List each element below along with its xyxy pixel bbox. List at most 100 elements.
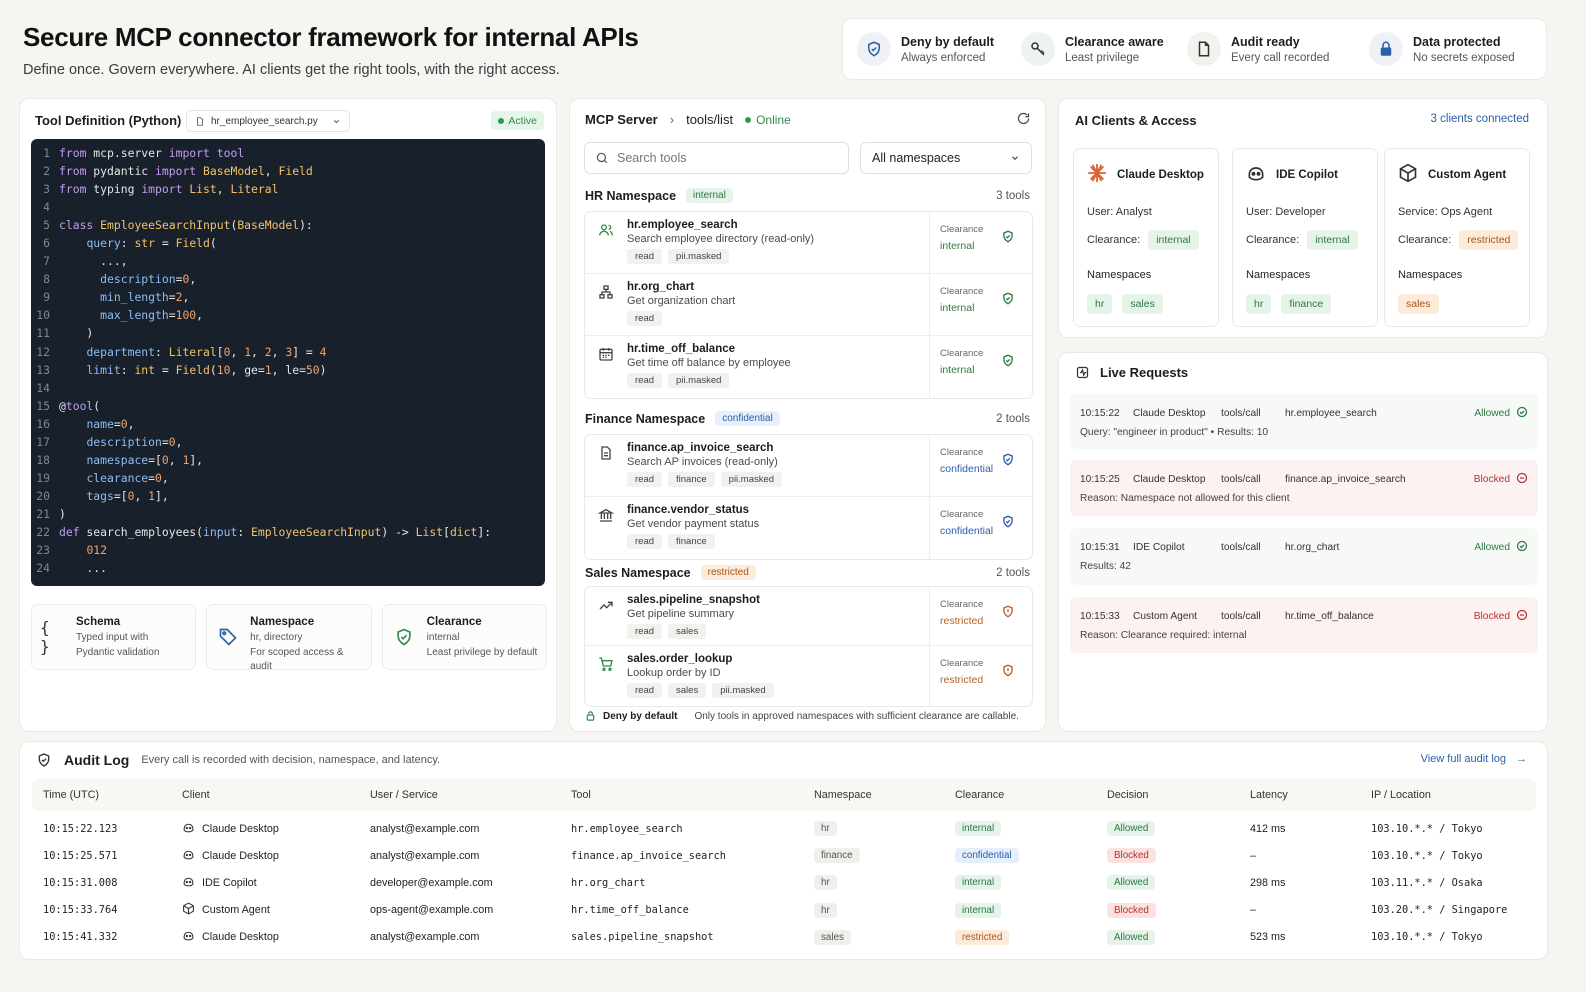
ai-clients-panel: AI Clients & Access 3 clients connected … bbox=[1058, 98, 1548, 338]
shield-icon bbox=[1001, 604, 1015, 624]
claude-icon bbox=[182, 821, 195, 837]
line-number: 5 bbox=[43, 218, 50, 233]
cell-client: Claude Desktop bbox=[171, 929, 359, 945]
tool-tags: read sales pii.masked bbox=[627, 683, 929, 698]
tag: sales bbox=[668, 683, 707, 698]
code-text: ) bbox=[59, 326, 94, 341]
invoice-icon bbox=[585, 435, 627, 496]
line-number: 3 bbox=[43, 182, 50, 197]
clearance-badge: internal bbox=[1307, 230, 1358, 250]
tool-row[interactable]: finance.vendor_status Get vendor payment … bbox=[585, 497, 1032, 559]
request-time: 10:15:33 bbox=[1080, 610, 1120, 622]
code-text: ) bbox=[59, 506, 66, 521]
table-row[interactable]: 10:15:41.332 Claude Desktop analyst@exampl… bbox=[32, 924, 1536, 951]
feature-clearance-aware: Clearance aware Least privilege bbox=[1021, 32, 1187, 66]
schema-card: { } Schema Typed input with Pydantic valid… bbox=[31, 604, 197, 670]
clients-connected-link[interactable]: 3 clients connected bbox=[1431, 113, 1529, 125]
live-request[interactable]: 10:15:31 IDE Copilot tools/call hr.org_char… bbox=[1070, 528, 1538, 585]
cell-client: IDE Copilot bbox=[171, 875, 359, 891]
tag: read bbox=[627, 683, 663, 698]
code-line: 6 query: str = Field( bbox=[31, 234, 545, 252]
cell-ip: 103.20.*.* / Singapore bbox=[1371, 904, 1508, 917]
card-title: Clearance bbox=[426, 616, 482, 628]
line-number: 24 bbox=[36, 561, 50, 576]
code-line: 24 ... bbox=[31, 559, 545, 577]
code-line: 2 from pydantic import BaseModel, Field bbox=[31, 162, 545, 180]
request-detail: Results: 42 bbox=[1080, 561, 1131, 572]
cell-tool: sales.pipeline_snapshot bbox=[571, 931, 714, 944]
page-header: Secure MCP connector framework for inter… bbox=[23, 22, 639, 78]
code-line: 13 limit: int = Field(10, ge=1, le=50) bbox=[31, 361, 545, 379]
search-input[interactable]: Search tools bbox=[584, 142, 849, 174]
request-client: Custom Agent bbox=[1133, 610, 1197, 622]
column-header: Namespace bbox=[814, 789, 872, 801]
code-line: 3 from typing import List, Literal bbox=[31, 180, 545, 198]
request-method: tools/call bbox=[1221, 541, 1261, 553]
tool-name: sales.pipeline_snapshot bbox=[627, 594, 760, 606]
panel-title: AI Clients & Access bbox=[1075, 113, 1197, 128]
client-card[interactable]: Custom Agent Service: Ops Agent Clearance:… bbox=[1384, 148, 1530, 327]
client-card[interactable]: Claude Desktop User: Analyst Clearance: int… bbox=[1073, 148, 1219, 327]
claude-icon bbox=[182, 929, 195, 945]
clearance-badge: internal bbox=[1148, 230, 1199, 250]
file-selector[interactable]: hr_employee_search.py bbox=[186, 110, 350, 132]
tool-description: Get organization chart bbox=[627, 295, 736, 307]
tool-row[interactable]: sales.order_lookup Lookup order by ID read… bbox=[585, 646, 1032, 706]
code-text: max_length=100, bbox=[100, 308, 204, 323]
tool-row[interactable]: hr.time_off_balance Get time off balance … bbox=[585, 336, 1032, 398]
live-request[interactable]: 10:15:33 Custom Agent tools/call hr.time_of… bbox=[1070, 597, 1538, 653]
request-client: Claude Desktop bbox=[1133, 407, 1206, 419]
code-text: clearance=0, bbox=[86, 470, 169, 485]
table-row[interactable]: 10:15:25.571 Claude Desktop analyst@exampl… bbox=[32, 842, 1536, 869]
code-line: 22 def search_employees(input: EmployeeSe… bbox=[31, 523, 545, 541]
tool-row[interactable]: hr.org_chart Get organization chart read Cl… bbox=[585, 274, 1032, 336]
cell-latency: 523 ms bbox=[1250, 931, 1286, 944]
table-header: Time (UTC) Client User / Service Tool Namesp… bbox=[32, 779, 1536, 811]
cell-namespace: hr bbox=[803, 875, 944, 891]
tool-group-hr: hr.employee_search Search employee direct… bbox=[584, 211, 1033, 399]
clearance-badge: confidential bbox=[715, 411, 780, 426]
cell-decision: Allowed bbox=[1096, 929, 1239, 945]
live-request[interactable]: 10:15:25 Claude Desktop tools/call finance.… bbox=[1070, 460, 1538, 516]
client-user: User: Analyst bbox=[1087, 206, 1152, 218]
namespace-filter[interactable]: All namespaces bbox=[860, 142, 1032, 174]
audit-log-header: Audit Log Every call is recorded with de… bbox=[36, 752, 440, 768]
cell-decision: Allowed bbox=[1096, 821, 1239, 837]
breadcrumb-path[interactable]: tools/list bbox=[686, 112, 733, 127]
line-number: 17 bbox=[36, 434, 50, 449]
cell-clearance: confidential bbox=[944, 848, 1096, 864]
request-method: tools/call bbox=[1221, 610, 1261, 622]
request-time: 10:15:25 bbox=[1080, 473, 1120, 485]
table-row[interactable]: 10:15:22.123 Claude Desktop analyst@exampl… bbox=[32, 815, 1536, 842]
shield-icon bbox=[1001, 353, 1015, 373]
request-detail: Query: "engineer in product" • Results: … bbox=[1080, 427, 1269, 438]
live-request[interactable]: 10:15:22 Claude Desktop tools/call hr.emplo… bbox=[1070, 394, 1538, 449]
org-chart-icon bbox=[585, 274, 627, 335]
code-editor[interactable]: 1 from mcp.server import tool 2 from pydant… bbox=[31, 139, 545, 586]
tool-clearance: Clearance internal bbox=[929, 274, 1032, 335]
cart-icon bbox=[585, 646, 627, 706]
refresh-icon[interactable] bbox=[1016, 111, 1031, 131]
tool-count: 3 tools bbox=[996, 190, 1030, 202]
feature-title: Audit ready bbox=[1231, 34, 1300, 49]
tool-row[interactable]: finance.ap_invoice_search Search AP invoi… bbox=[585, 435, 1032, 497]
client-card[interactable]: IDE Copilot User: Developer Clearance: inte… bbox=[1232, 148, 1378, 327]
feature-title: Deny by default bbox=[901, 34, 995, 49]
request-tool: hr.org_chart bbox=[1285, 541, 1340, 553]
line-number: 23 bbox=[36, 543, 50, 558]
breadcrumb: MCP Server › tools/list Online bbox=[585, 112, 791, 127]
tag: read bbox=[627, 373, 663, 388]
tool-row[interactable]: hr.employee_search Search employee direct… bbox=[585, 212, 1032, 274]
table-row[interactable]: 10:15:33.764 Custom Agent ops-agent@exampl… bbox=[32, 897, 1536, 924]
code-line: 1 from mcp.server import tool bbox=[31, 144, 545, 162]
cell-client: Claude Desktop bbox=[171, 821, 359, 837]
column-header: Decision bbox=[1107, 789, 1149, 801]
code-text: @tool( bbox=[59, 398, 101, 413]
cell-latency: – bbox=[1250, 849, 1257, 862]
table-row[interactable]: 10:15:31.008 IDE Copilot developer@example… bbox=[32, 869, 1536, 896]
page-subtitle: Define once. Govern everywhere. AI clien… bbox=[23, 62, 560, 78]
view-full-audit-log-link[interactable]: View full audit log → bbox=[1421, 753, 1527, 765]
cell-user: ops-agent@example.com bbox=[370, 904, 494, 917]
chevron-right-icon: › bbox=[669, 112, 675, 127]
tool-row[interactable]: sales.pipeline_snapshot Get pipeline summ… bbox=[585, 587, 1032, 646]
